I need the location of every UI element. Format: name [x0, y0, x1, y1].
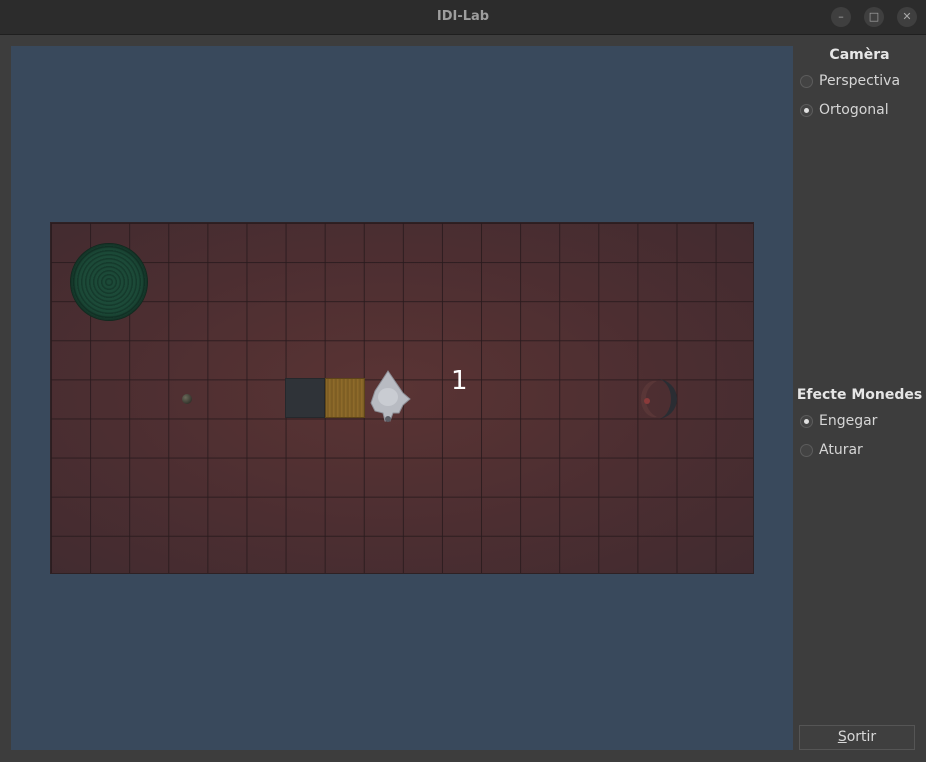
- wooden-block: [325, 378, 365, 418]
- radio-label: Perspectiva: [819, 73, 901, 89]
- window-title: IDI-Lab: [436, 9, 490, 24]
- radio-indicator: [800, 443, 813, 457]
- quit-label-rest: ortir: [846, 729, 877, 745]
- radio-label: Ortogonal: [819, 102, 889, 118]
- quit-mnemonic: S: [837, 729, 847, 745]
- control-panel: Camèra Perspectiva Ortogonal Efecte Mone…: [793, 35, 926, 762]
- radio-ortogonal[interactable]: Ortogonal: [800, 100, 889, 120]
- crescent-coin: [640, 379, 677, 419]
- title-bar: IDI-Lab – □ ✕: [0, 0, 926, 35]
- gl-viewport[interactable]: 1: [11, 46, 793, 750]
- radio-label: Aturar: [819, 442, 863, 458]
- dark-block: [285, 378, 325, 418]
- minimize-button[interactable]: –: [831, 7, 851, 27]
- camera-group-title: Camèra: [829, 47, 890, 63]
- radio-label: Engegar: [819, 413, 878, 429]
- radio-engegar[interactable]: Engegar: [800, 411, 877, 431]
- radio-indicator: [800, 103, 813, 117]
- score-counter: 1: [451, 366, 468, 396]
- small-pebble: [182, 394, 192, 404]
- quit-button[interactable]: Sortir: [799, 725, 915, 750]
- maximize-button[interactable]: □: [864, 7, 884, 27]
- coin-effect-group-title: Efecte Monedes: [796, 387, 923, 403]
- ghost-character: [370, 370, 411, 422]
- game-board: 1: [50, 222, 754, 574]
- radio-indicator: [800, 414, 813, 428]
- radio-indicator: [800, 74, 813, 88]
- radio-perspectiva[interactable]: Perspectiva: [800, 71, 900, 91]
- close-button[interactable]: ✕: [897, 7, 917, 27]
- green-hole: [70, 243, 148, 321]
- radio-aturar[interactable]: Aturar: [800, 440, 863, 460]
- main-window: 1 Camèra Perspectiva Ortogonal Efecte Mo…: [0, 35, 926, 762]
